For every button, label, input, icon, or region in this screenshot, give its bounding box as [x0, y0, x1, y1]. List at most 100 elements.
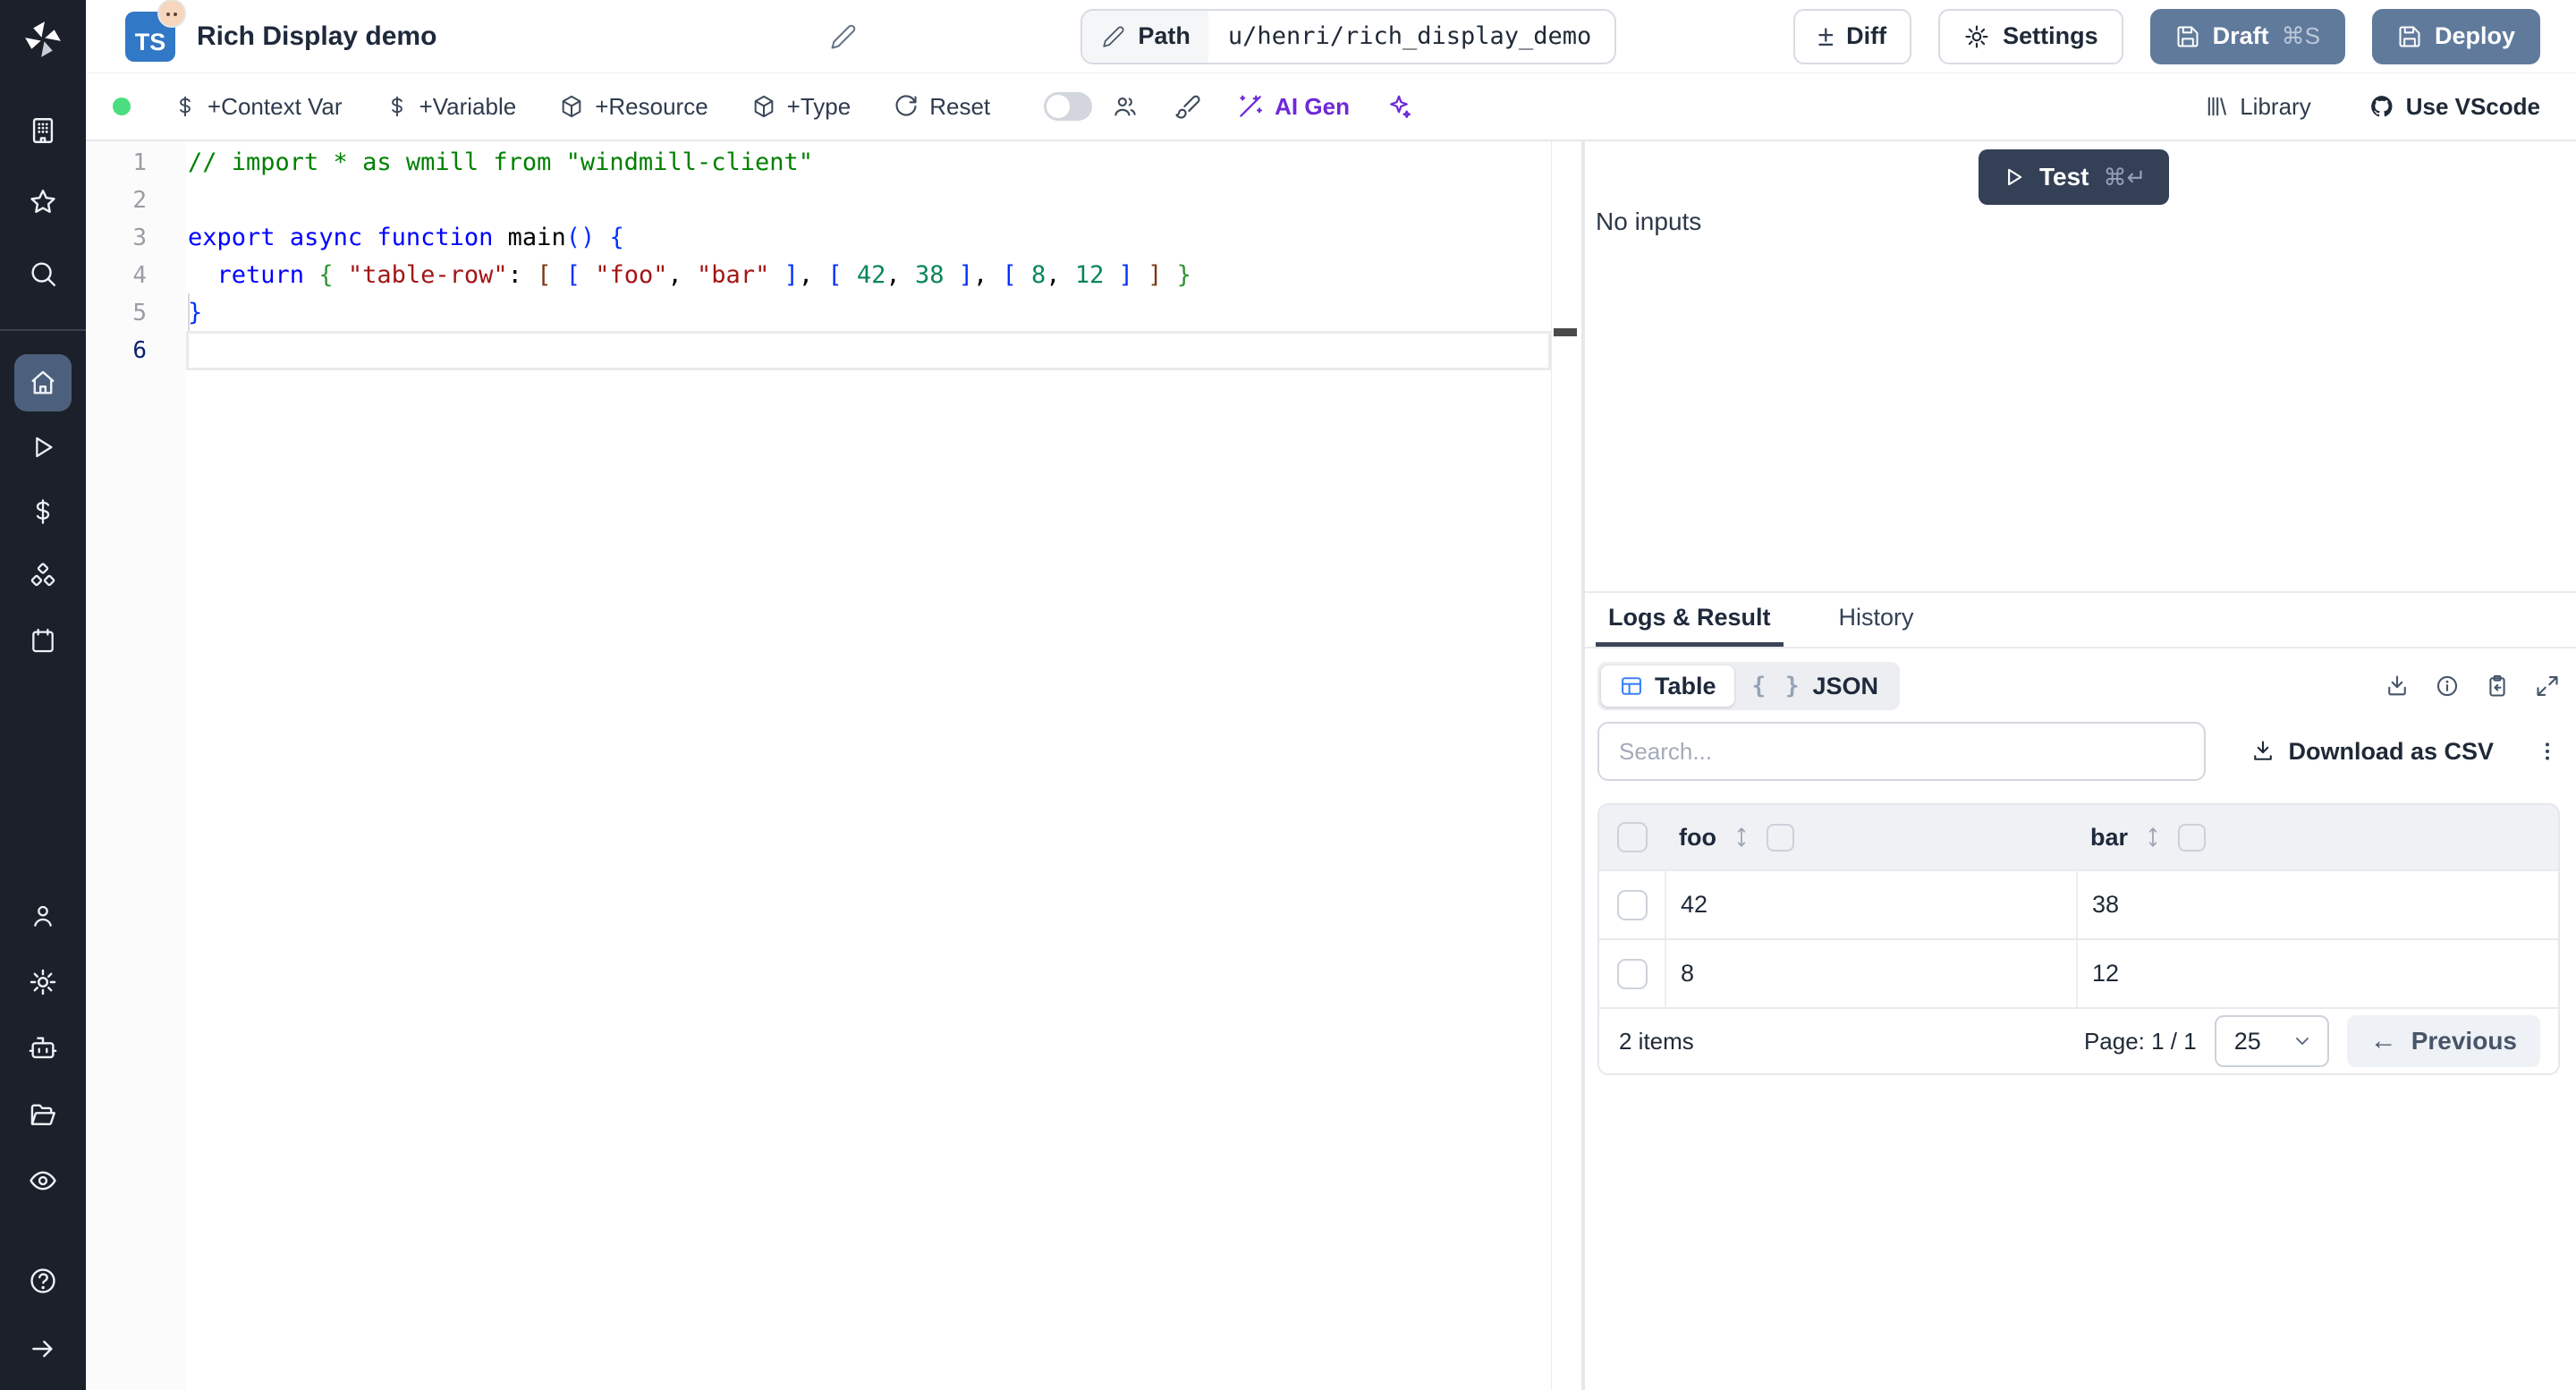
search-input[interactable] — [1597, 722, 2206, 781]
format-button[interactable] — [1174, 93, 1201, 120]
sidebar-item-workers[interactable] — [14, 1030, 72, 1066]
sidebar-item-search[interactable] — [14, 245, 72, 302]
star-icon — [28, 187, 58, 217]
view-toggle-json[interactable]: { } JSON — [1734, 665, 1897, 707]
line-number-active: 6 — [132, 337, 147, 364]
table-menu-icon[interactable] — [2535, 739, 2560, 764]
line-number: 5 — [132, 300, 147, 326]
windmill-logo-icon[interactable] — [20, 16, 66, 63]
add-context-var-button[interactable]: +Context Var — [174, 93, 343, 121]
tab-logs-result[interactable]: Logs & Result — [1596, 593, 1784, 647]
gear-icon — [28, 967, 58, 997]
sort-icon[interactable] — [1733, 826, 1750, 849]
no-inputs-text: No inputs — [1596, 208, 1702, 235]
column-filter-checkbox[interactable] — [2178, 823, 2207, 852]
view-toggle-table[interactable]: Table — [1601, 665, 1734, 707]
column-filter-checkbox[interactable] — [1766, 823, 1794, 852]
line-number: 4 — [132, 262, 147, 289]
code-line[interactable] — [186, 332, 1581, 369]
add-type-button[interactable]: +Type — [751, 93, 851, 121]
sidebar-item-workspace[interactable] — [14, 102, 72, 159]
sidebar-item-folders[interactable] — [14, 1097, 72, 1132]
github-icon — [2368, 93, 2395, 120]
copy-result-icon[interactable] — [2485, 674, 2510, 699]
add-variable-button[interactable]: +Variable — [386, 93, 516, 121]
editor-toolbar: +Context Var +Variable +Resource +Type R… — [86, 73, 2576, 141]
sidebar-item-resources[interactable] — [14, 547, 72, 605]
code-area[interactable]: // import * as wmill from "windmill-clie… — [186, 141, 1581, 1390]
row-checkbox[interactable] — [1616, 889, 1648, 920]
sidebar-item-audit[interactable] — [14, 1163, 72, 1199]
arrow-right-icon — [28, 1334, 58, 1364]
select-all-checkbox[interactable] — [1616, 822, 1648, 852]
test-button[interactable]: Test ⌘↵ — [1979, 149, 2170, 205]
play-icon — [2002, 165, 2025, 189]
table-row[interactable]: 42 38 — [1599, 869, 2558, 938]
sidebar-divider — [0, 329, 86, 331]
arrow-left-icon: ← — [2369, 1026, 2397, 1055]
settings-button[interactable]: Settings — [1938, 8, 2123, 64]
code-line[interactable]: // import * as wmill from "windmill-clie… — [186, 144, 1581, 182]
draft-shortcut: ⌘S — [2281, 22, 2320, 49]
sidebar-item-variables[interactable] — [14, 483, 72, 540]
sidebar-item-favorites[interactable] — [14, 174, 72, 231]
multiplayer-button[interactable] — [1112, 93, 1139, 120]
page-indicator: Page: 1 / 1 — [2083, 1027, 2197, 1055]
play-icon — [28, 432, 58, 462]
sort-icon[interactable] — [2144, 826, 2162, 849]
diff-button[interactable]: ± Diff — [1792, 8, 1912, 64]
search-icon — [28, 259, 58, 289]
deploy-button[interactable]: Deploy — [2371, 8, 2540, 64]
add-resource-button[interactable]: +Resource — [559, 93, 708, 121]
table-header-row: foo bar — [1599, 805, 2558, 869]
library-button[interactable]: Library — [2204, 93, 2311, 121]
sidebar-item-settings[interactable] — [14, 964, 72, 1000]
row-checkbox[interactable] — [1616, 958, 1648, 989]
result-tabs: Logs & Result History — [1585, 593, 2576, 648]
dollar-icon — [174, 95, 197, 118]
code-line[interactable] — [186, 182, 1581, 219]
topbar: TS Rich Display demo Path u/henri/rich_d… — [86, 0, 2576, 73]
path-selector[interactable]: Path u/henri/rich_display_demo — [1080, 8, 1617, 64]
tab-history[interactable]: History — [1826, 593, 1927, 647]
sidebar-item-schedules[interactable] — [14, 612, 72, 669]
run-section: Test ⌘↵ No inputs — [1585, 141, 2576, 593]
eye-icon — [28, 1165, 58, 1196]
edit-title-icon[interactable] — [830, 23, 857, 50]
sidebar-item-home[interactable] — [14, 354, 72, 411]
download-result-icon[interactable] — [2385, 674, 2410, 699]
view-toggle: Table { } JSON — [1597, 662, 1901, 710]
column-header-bar[interactable]: bar — [2090, 824, 2128, 852]
save-icon — [2397, 24, 2422, 49]
table-row[interactable]: 8 12 — [1599, 938, 2558, 1007]
sidebar-item-help[interactable] — [14, 1263, 72, 1299]
sidebar-collapse-toggle[interactable] — [14, 1331, 72, 1367]
code-line[interactable]: export async function main() { — [186, 219, 1581, 257]
line-number: 1 — [132, 149, 147, 176]
ai-sparkles-button[interactable] — [1385, 93, 1412, 120]
rotate-cw-icon — [894, 94, 919, 119]
info-icon[interactable] — [2435, 674, 2460, 699]
reset-button[interactable]: Reset — [894, 93, 990, 121]
package-icon — [751, 94, 776, 119]
download-icon — [2250, 739, 2275, 764]
page-size-select[interactable]: 25 — [2214, 1015, 2329, 1067]
column-header-foo[interactable]: foo — [1679, 824, 1716, 852]
line-number: 2 — [132, 187, 147, 214]
download-csv-button[interactable]: Download as CSV — [2250, 738, 2494, 766]
use-vscode-button[interactable]: Use VScode — [2368, 93, 2540, 121]
diff-mode-toggle[interactable] — [1044, 92, 1093, 121]
code-line[interactable]: return { "table-row": [ [ "foo", "bar" ]… — [186, 257, 1581, 294]
previous-page-button[interactable]: ← Previous — [2346, 1015, 2540, 1067]
draft-button[interactable]: Draft ⌘S — [2149, 8, 2345, 64]
code-editor[interactable]: 1 2 3 4 5 6 // import * as wmill from "w… — [86, 141, 1581, 1390]
building-icon — [28, 115, 58, 146]
items-count: 2 items — [1619, 1027, 1694, 1055]
bot-icon — [28, 1033, 58, 1064]
logs-section: Logs & Result History Table {} JSON Sea… — [1585, 593, 2576, 1390]
code-line[interactable]: } — [186, 294, 1581, 332]
sidebar-item-users[interactable] — [14, 898, 72, 934]
sidebar-item-runs[interactable] — [14, 419, 72, 476]
expand-icon[interactable] — [2535, 674, 2560, 699]
ai-gen-button[interactable]: AI Gen — [1237, 93, 1350, 121]
